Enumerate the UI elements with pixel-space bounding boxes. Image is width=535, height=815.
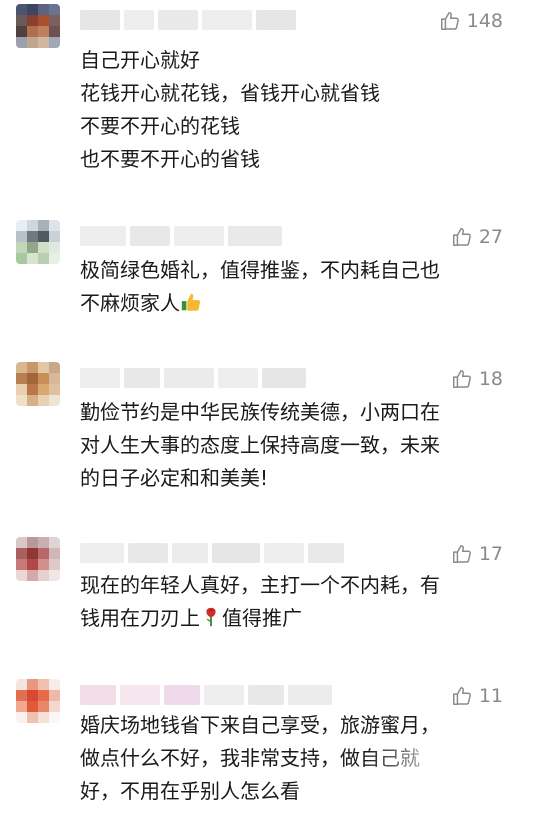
thumbs-up-icon	[440, 12, 459, 30]
like-button[interactable]: 27	[451, 226, 503, 248]
comment-item: 27 极简绿色婚礼，值得推鉴，不内耗自己也 不麻烦家人	[0, 216, 535, 336]
comment-item: 11 婚庆场地钱省下来自己享受，旅游蜜月， 做点什么不好，我非常支持，做自己就 …	[0, 675, 535, 815]
username-blurred[interactable]	[80, 10, 296, 30]
comment-line-text: 值得推广	[222, 606, 302, 630]
thumbs-up-icon	[452, 687, 471, 705]
like-button[interactable]: 11	[451, 685, 503, 707]
avatar[interactable]	[16, 362, 60, 406]
comment-line: 花钱开心就花钱，省钱开心就省钱	[80, 81, 380, 105]
like-count: 17	[478, 543, 503, 565]
comment-text: 婚庆场地钱省下来自己享受，旅游蜜月， 做点什么不好，我非常支持，做自己就 好，不…	[80, 709, 500, 808]
comment-line: 自己开心就好	[80, 48, 200, 72]
username-blurred[interactable]	[80, 685, 332, 705]
avatar[interactable]	[16, 679, 60, 723]
rose-emoji-icon	[206, 607, 216, 627]
like-button[interactable]: 17	[451, 543, 503, 565]
comment-line: 好，不用在乎别人怎么看	[80, 779, 300, 803]
thumbs-up-emoji-icon	[181, 293, 201, 311]
comment-line-text: 不麻烦家人	[80, 291, 180, 315]
comment-line: 做点什么不好，我非常支持，做自己就	[80, 746, 420, 770]
comment-line: 钱用在刀刃上 值得推广	[80, 602, 500, 635]
comment-line: 现在的年轻人真好，主打一个不内耗，有	[80, 573, 440, 597]
comment-line: 对人生大事的态度上保持高度一致，未来	[80, 433, 440, 457]
like-button[interactable]: 148	[439, 10, 503, 32]
username-blurred[interactable]	[80, 543, 344, 563]
comment-item: 148 自己开心就好 花钱开心就花钱，省钱开心就省钱 不要不开心的花钱 也不要不…	[0, 0, 535, 200]
like-button[interactable]: 18	[451, 368, 503, 390]
like-count: 11	[478, 685, 503, 707]
like-count: 18	[478, 368, 503, 390]
comment-line: 的日子必定和和美美!	[80, 466, 269, 490]
like-count: 27	[478, 226, 503, 248]
thumbs-up-icon	[452, 228, 471, 246]
thumbs-up-icon	[452, 545, 471, 563]
comment-text: 极简绿色婚礼，值得推鉴，不内耗自己也 不麻烦家人	[80, 254, 500, 320]
comment-item: 18 勤俭节约是中华民族传统美德，小两口在 对人生大事的态度上保持高度一致，未来…	[0, 358, 535, 508]
comment-text: 自己开心就好 花钱开心就花钱，省钱开心就省钱 不要不开心的花钱 也不要不开心的省…	[80, 44, 500, 176]
like-count: 148	[466, 10, 503, 32]
username-blurred[interactable]	[80, 226, 282, 246]
avatar[interactable]	[16, 537, 60, 581]
comment-line-text: 钱用在刀刃上	[80, 606, 200, 630]
comment-line: 勤俭节约是中华民族传统美德，小两口在	[80, 400, 440, 424]
username-blurred[interactable]	[80, 368, 306, 388]
thumbs-up-icon	[452, 370, 471, 388]
comment-text: 现在的年轻人真好，主打一个不内耗，有 钱用在刀刃上 值得推广	[80, 569, 500, 635]
avatar[interactable]	[16, 4, 60, 48]
comment-text: 勤俭节约是中华民族传统美德，小两口在 对人生大事的态度上保持高度一致，未来 的日…	[80, 396, 500, 495]
comment-line: 婚庆场地钱省下来自己享受，旅游蜜月，	[80, 713, 440, 737]
comment-line: 也不要不开心的省钱	[80, 147, 260, 171]
comment-item: 17 现在的年轻人真好，主打一个不内耗，有 钱用在刀刃上 值得推广	[0, 533, 535, 653]
comment-line: 不要不开心的花钱	[80, 114, 240, 138]
avatar[interactable]	[16, 220, 60, 264]
comment-line: 不麻烦家人	[80, 287, 500, 320]
comment-line: 极简绿色婚礼，值得推鉴，不内耗自己也	[80, 258, 440, 282]
